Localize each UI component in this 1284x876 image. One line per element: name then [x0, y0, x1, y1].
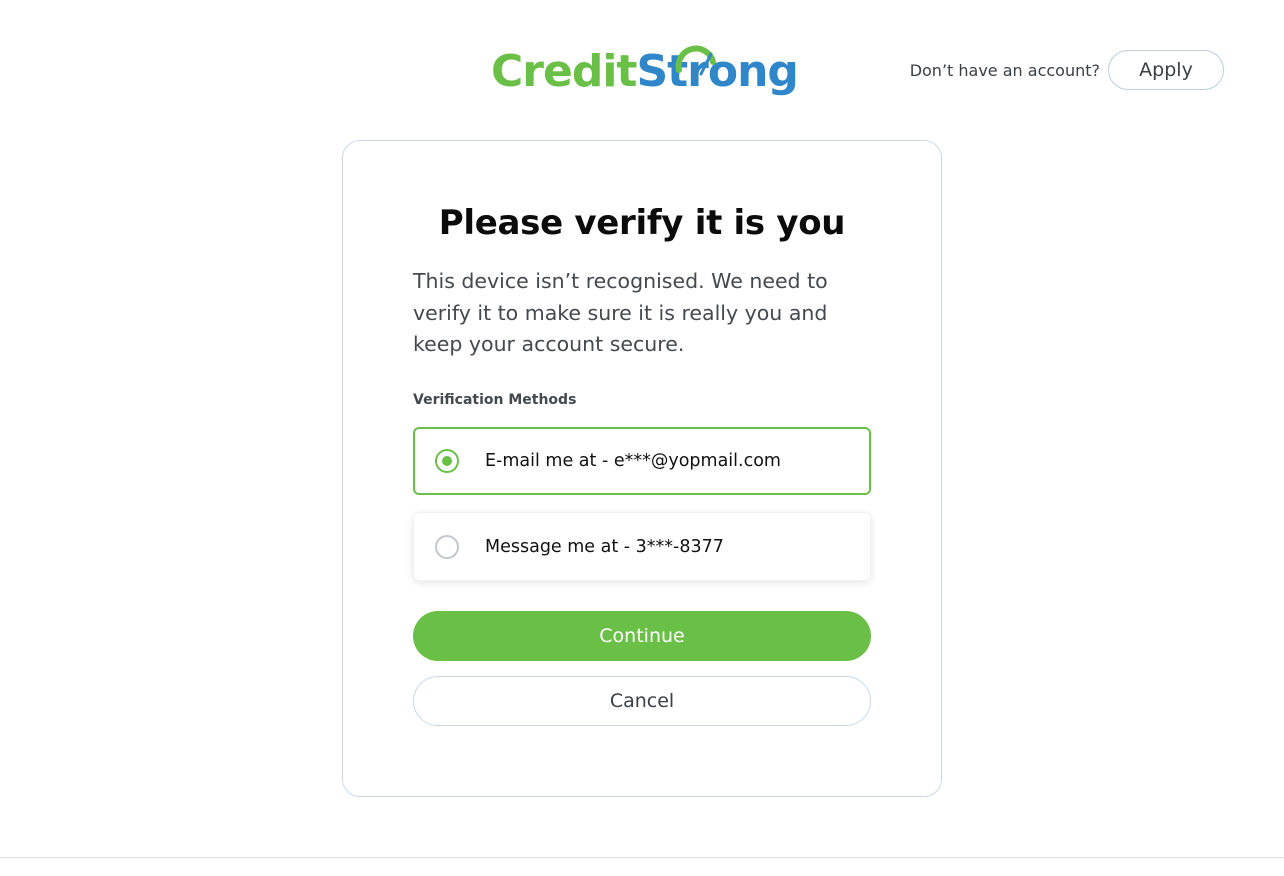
- continue-button[interactable]: Continue: [413, 611, 871, 661]
- cancel-button[interactable]: Cancel: [413, 676, 871, 726]
- email-method-option[interactable]: E-mail me at - e***@yopmail.com: [413, 427, 871, 495]
- email-method-radio[interactable]: [435, 449, 459, 473]
- email-method-label: E-mail me at - e***@yopmail.com: [485, 451, 781, 471]
- creditstrong-logo[interactable]: CreditStrong: [491, 38, 799, 102]
- page-title: Please verify it is you: [438, 203, 846, 243]
- gauge-icon: [675, 45, 716, 76]
- verify-card: Please verify it is you This device isn’…: [342, 140, 942, 797]
- sms-method-option[interactable]: Message me at - 3***-8377: [413, 512, 871, 581]
- sms-method-label: Message me at - 3***-8377: [485, 536, 724, 557]
- verify-description: This device isn’t recognised. We need to…: [413, 269, 828, 356]
- logo-wordmark: CreditStrong: [491, 42, 799, 102]
- account-prompt: Don’t have an account?: [909, 60, 1100, 80]
- page: CreditStrong Don’t have an account? Appl…: [0, 0, 1284, 876]
- sms-method-radio[interactable]: [435, 534, 459, 559]
- logo-credit-text: Credit: [491, 46, 637, 97]
- verification-methods-label: Verification Methods: [413, 392, 577, 408]
- apply-button[interactable]: Apply: [1108, 50, 1224, 90]
- footer-divider: [0, 857, 1284, 858]
- account-area: Don’t have an account? Apply: [910, 50, 1224, 90]
